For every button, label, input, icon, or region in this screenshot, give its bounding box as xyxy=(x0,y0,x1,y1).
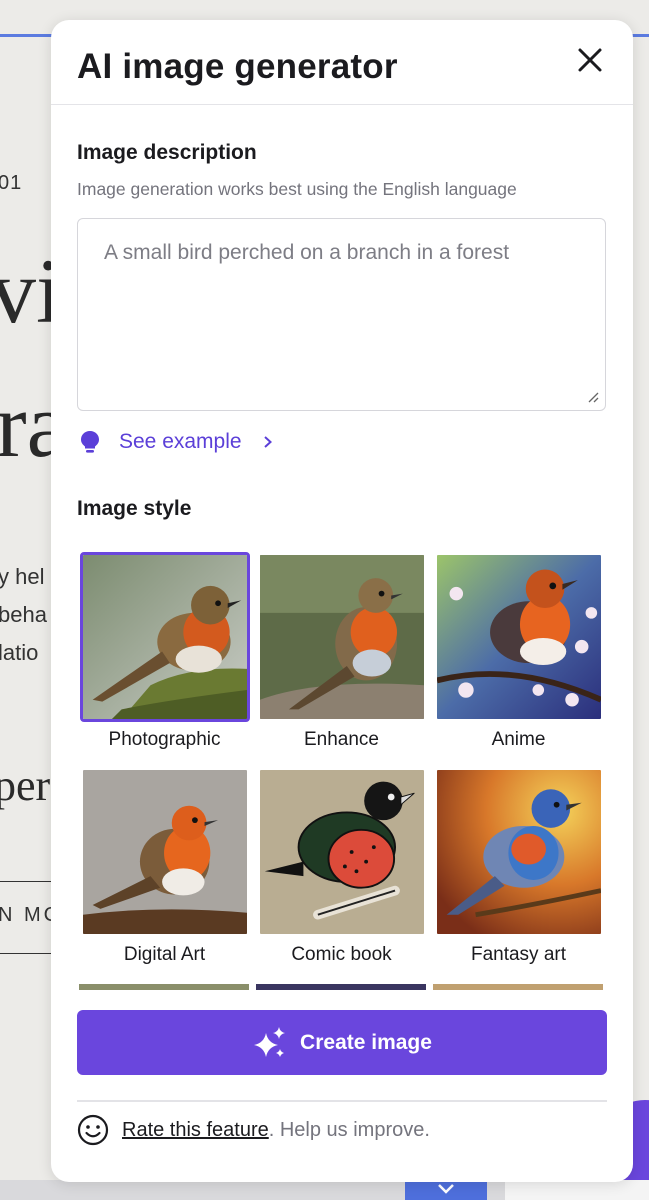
style-label-comic-book: Comic book xyxy=(291,944,392,965)
style-label-enhance: Enhance xyxy=(303,729,379,750)
style-option-enhance[interactable]: Enhance xyxy=(254,552,429,767)
chevron-down-icon xyxy=(438,1184,454,1194)
style-thumbnail-photographic xyxy=(79,552,250,722)
see-example-link[interactable]: See example xyxy=(77,429,607,455)
resize-handle-icon[interactable] xyxy=(587,391,599,403)
ai-image-generator-panel: AI image generator Image description Ima… xyxy=(51,20,633,1182)
see-example-label: See example xyxy=(119,430,242,453)
robin-photo-image xyxy=(82,555,247,719)
background-divider-top xyxy=(0,881,52,882)
bird-fantasy-image xyxy=(436,770,601,934)
background-fragment-text-2: beha xyxy=(0,602,47,627)
background-divider-bottom xyxy=(0,953,52,954)
style-thumbnail-enhance xyxy=(257,552,427,722)
create-image-label: Create image xyxy=(300,1030,432,1054)
sparkle-icon xyxy=(254,1026,286,1057)
description-field-wrapper xyxy=(77,218,607,411)
more-styles-peek xyxy=(79,984,603,990)
background-fragment-heading-3: per xyxy=(0,761,51,810)
background-bottom-bar xyxy=(0,1180,649,1200)
footer-divider xyxy=(77,1100,607,1102)
background-fragment-number: 01 xyxy=(0,172,23,194)
robin-digital-art-image xyxy=(82,770,247,934)
style-label-digital-art: Digital Art xyxy=(123,944,206,965)
image-description-hint: Image generation works best using the En… xyxy=(77,179,517,199)
image-description-input[interactable] xyxy=(77,218,606,411)
style-thumbnail-fantasy-art xyxy=(434,767,604,937)
style-option-comic-book[interactable]: Comic book xyxy=(254,767,429,982)
panel-title: AI image generator xyxy=(77,47,398,86)
style-thumbnail-digital-art xyxy=(80,767,250,937)
robin-enhance-image xyxy=(259,555,424,719)
style-label-anime: Anime xyxy=(491,729,546,750)
style-thumbnail-anime xyxy=(434,552,604,722)
image-style-grid: Photographic Enhance Anime Digital Art C… xyxy=(77,552,607,990)
bird-comic-image xyxy=(259,770,424,934)
feedback-text: . Help us improve. xyxy=(268,1118,430,1141)
image-description-label: Image description xyxy=(77,141,257,164)
style-option-digital-art[interactable]: Digital Art xyxy=(77,767,252,982)
style-label-photographic: Photographic xyxy=(108,729,221,750)
robin-anime-image xyxy=(436,555,601,719)
style-option-anime[interactable]: Anime xyxy=(431,552,606,767)
style-label-fantasy-art: Fantasy art xyxy=(470,944,567,965)
background-fragment-text-1: y hel xyxy=(0,564,45,589)
close-button[interactable] xyxy=(573,43,607,77)
chevron-right-icon xyxy=(263,436,272,448)
smiley-icon xyxy=(77,1114,109,1146)
panel-header: AI image generator xyxy=(51,20,633,105)
style-thumbnail-comic-book xyxy=(257,767,427,937)
panel-body: Image description Image generation works… xyxy=(51,141,633,990)
rate-feature-link[interactable]: Rate this feature xyxy=(122,1119,269,1142)
style-option-photographic[interactable]: Photographic xyxy=(77,552,252,767)
lightbulb-icon xyxy=(81,431,99,453)
create-image-button[interactable]: Create image xyxy=(77,1010,607,1075)
background-fragment-text-3: latio xyxy=(0,640,39,665)
close-icon xyxy=(578,48,602,72)
image-style-label: Image style xyxy=(77,497,192,520)
style-option-fantasy-art[interactable]: Fantasy art xyxy=(431,767,606,982)
feedback-footer: Rate this feature . Help us improve. xyxy=(77,1114,430,1146)
